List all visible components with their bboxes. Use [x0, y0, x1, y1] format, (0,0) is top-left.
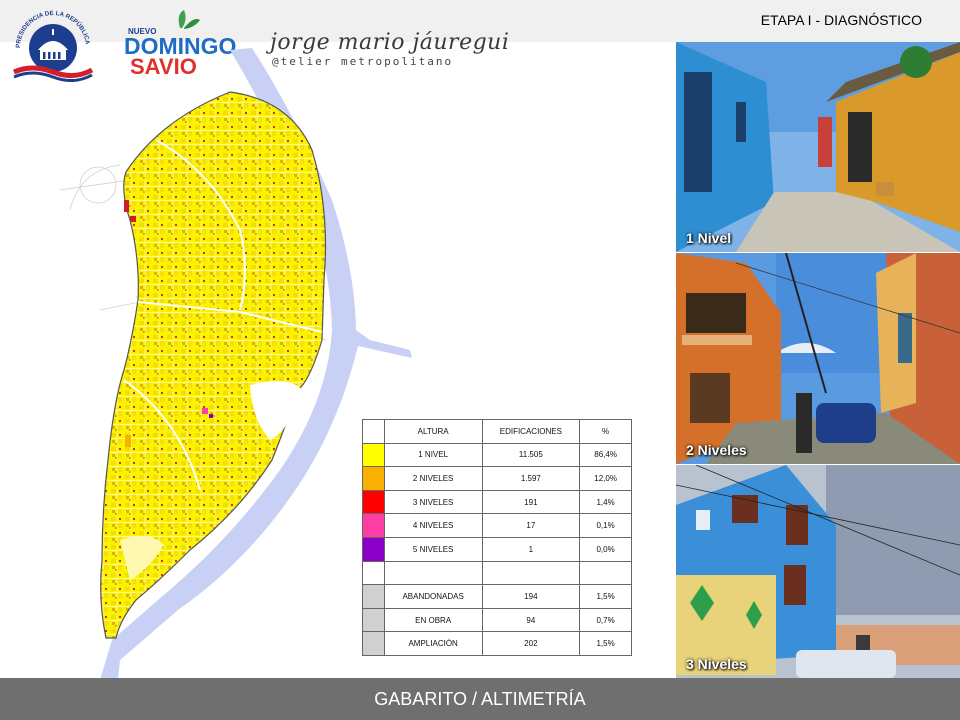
swatch-cell: [362, 419, 385, 444]
table-row: 3 NIVELES 191 1,4%: [362, 489, 632, 515]
leaf-icon: [184, 19, 200, 29]
table-row-empty: [362, 560, 632, 586]
table-row: 2 NIVELES 1.597 12,0%: [362, 466, 632, 491]
table-cell: 0,7%: [579, 607, 632, 633]
color-swatch-en-obra: [362, 607, 385, 633]
table-row: ABANDONADAS 194 1,5%: [362, 584, 632, 609]
table-cell: 1 NIVEL: [383, 442, 483, 468]
table-cell: 12,0%: [579, 466, 632, 491]
table-row: AMPLIACIÓN 202 1,5%: [362, 631, 632, 656]
table-cell: 3 NIVELES: [383, 489, 483, 515]
table-row: 4 NIVELES 17 0,1%: [362, 513, 632, 538]
color-swatch-3-niveles: [362, 489, 385, 515]
table-cell: 1.597: [481, 466, 581, 491]
slide-title: GABARITO / ALTIMETRÍA: [374, 689, 586, 709]
table-cell: [579, 560, 632, 586]
color-swatch-ampliacion: [362, 631, 385, 656]
photo-image: [676, 253, 960, 464]
table-cell: 1,5%: [579, 584, 632, 609]
color-swatch-abandonadas: [362, 584, 385, 609]
table-cell: 1: [481, 536, 581, 562]
table-cell: [481, 560, 581, 586]
photo-1-nivel: 1 Nivel: [676, 42, 960, 252]
table-cell: AMPLIACIÓN: [383, 631, 483, 656]
three-level-building: [124, 200, 129, 212]
table-cell: EN OBRA: [383, 607, 483, 633]
header-cell: %: [579, 419, 632, 444]
color-swatch-5-niveles: [362, 536, 385, 562]
table-cell: 11.505: [481, 442, 581, 468]
table-cell: ABANDONADAS: [383, 584, 483, 609]
color-swatch-2-niveles: [362, 466, 385, 491]
table-cell: 1,4%: [579, 489, 632, 515]
leaf-icon: [178, 10, 186, 28]
four-level-building: [202, 408, 208, 414]
stage-label: ETAPA I - DIAGNÓSTICO: [760, 12, 922, 28]
table-cell: 4 NIVELES: [383, 513, 483, 538]
table-cell: 5 NIVELES: [383, 536, 483, 562]
table-header-row: ALTURA EDIFICACIONES %: [362, 419, 632, 444]
color-swatch-1-nivel: [362, 442, 385, 468]
five-level-building: [209, 414, 213, 418]
photo-label: 1 Nivel: [686, 230, 732, 246]
two-level-building: [125, 435, 131, 447]
table-cell: 191: [481, 489, 581, 515]
photo-2-niveles: 2 Niveles: [676, 253, 960, 464]
photo-3-niveles: 3 Niveles: [676, 465, 960, 678]
table-cell: 194: [481, 584, 581, 609]
table-cell: 0,1%: [579, 513, 632, 538]
photo-image: [676, 42, 960, 252]
table-row: EN OBRA 94 0,7%: [362, 607, 632, 633]
table-cell: 17: [481, 513, 581, 538]
table-cell: 0,0%: [579, 536, 632, 562]
building-height-table: ALTURA EDIFICACIONES % 1 NIVEL 11.505 86…: [362, 419, 632, 656]
table-cell: 94: [481, 607, 581, 633]
table-cell: 202: [481, 631, 581, 656]
table-cell: [383, 560, 483, 586]
table-cell: 86,4%: [579, 442, 632, 468]
swatch-cell: [362, 560, 385, 586]
table-row: 1 NIVEL 11.505 86,4%: [362, 442, 632, 468]
header-cell: EDIFICACIONES: [481, 419, 581, 444]
table-row: 5 NIVELES 1 0,0%: [362, 536, 632, 562]
three-level-building: [130, 216, 136, 222]
table-cell: 1,5%: [579, 631, 632, 656]
header-cell: ALTURA: [383, 419, 483, 444]
color-swatch-4-niveles: [362, 513, 385, 538]
photo-label: 3 Niveles: [686, 656, 747, 672]
footer-bar: GABARITO / ALTIMETRÍA: [0, 678, 960, 720]
photo-image: [676, 465, 960, 678]
photo-label: 2 Niveles: [686, 442, 747, 458]
table-cell: 2 NIVELES: [383, 466, 483, 491]
